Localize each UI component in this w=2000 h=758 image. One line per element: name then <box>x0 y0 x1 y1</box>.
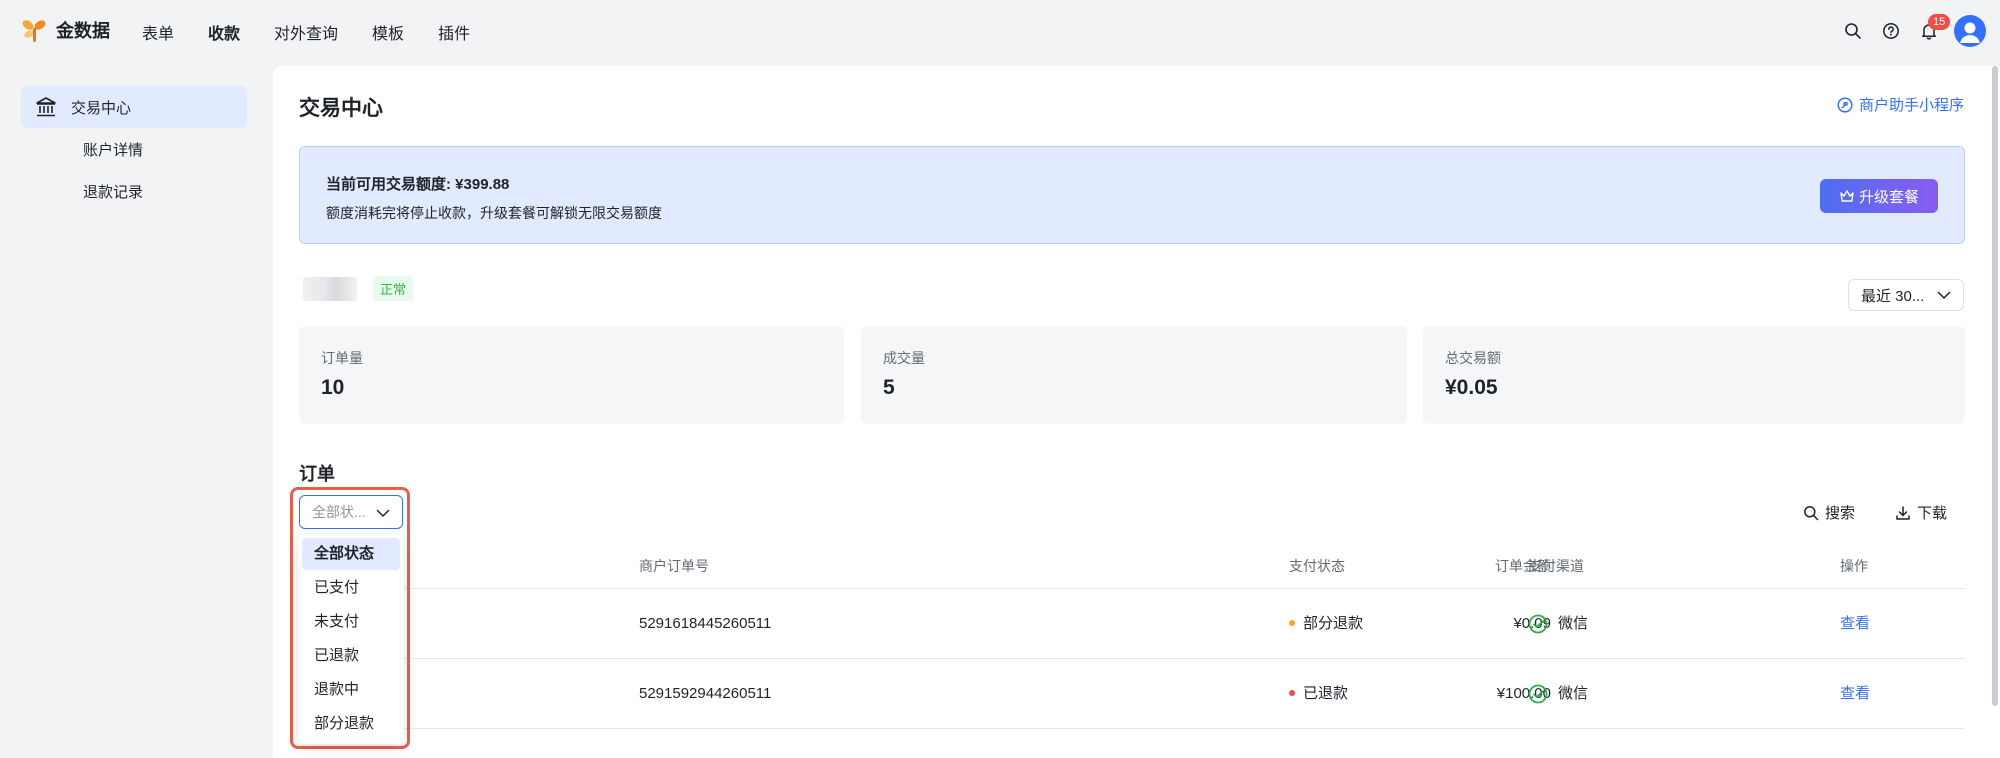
main-nav: 表单 收款 对外查询 模板 插件 <box>142 20 504 44</box>
app-name: 金数据 <box>56 21 110 41</box>
pay-status-cell: 已退款 <box>1289 659 1348 729</box>
search-button-label: 搜索 <box>1825 505 1856 522</box>
notification-badge: 15 <box>1928 14 1951 30</box>
view-link[interactable]: 查看 <box>1840 659 1870 729</box>
notification-bell-icon[interactable]: 15 <box>1910 14 1951 48</box>
bank-icon <box>35 96 57 118</box>
column-header-pay-status: 支付状态 <box>1289 558 1345 574</box>
nav-payments[interactable]: 收款 <box>208 20 240 44</box>
merchant-name-redacted <box>303 276 357 301</box>
stat-label: 总交易额 <box>1445 350 1501 366</box>
table-row: 49 5291618445260511 ¥0.09 部分退款 微信 查看 <box>299 589 1965 659</box>
status-dot <box>1289 690 1295 697</box>
stat-label: 成交量 <box>883 350 925 366</box>
stat-card-orders: 订单量 10 <box>299 326 844 424</box>
upgrade-plan-label: 升级套餐 <box>1858 188 1919 206</box>
dropdown-option-all[interactable]: 全部状态 <box>302 538 400 570</box>
avatar[interactable] <box>1954 15 1986 47</box>
crown-icon <box>1840 190 1854 202</box>
pay-channel-text: 微信 <box>1558 685 1589 702</box>
stat-card-deals: 成交量 5 <box>861 326 1407 424</box>
amount-cell: ¥0.09 <box>1513 615 1551 632</box>
date-range-select[interactable]: 最近 30... <box>1848 279 1964 311</box>
stat-value: ¥0.05 <box>1445 376 1498 399</box>
merchant-info: 正常 <box>303 276 414 301</box>
wechat-icon <box>1528 684 1548 704</box>
sidebar-item-refund-records[interactable]: 退款记录 <box>21 170 247 212</box>
sidebar: 交易中心 账户详情 退款记录 <box>0 62 272 758</box>
status-badge: 正常 <box>373 276 414 301</box>
status-dot <box>1289 620 1295 627</box>
column-header-amount: 订单金额 <box>1495 558 1551 574</box>
table-row: 01 5291592944260511 ¥100.00 已退款 微信 查看 <box>299 659 1965 729</box>
dropdown-option-refunded[interactable]: 已退款 <box>302 640 400 672</box>
main-panel: 交易中心 商户助手小程序 当前可用交易额度: ¥399.88 额度消耗完将停止收… <box>273 66 2000 758</box>
upgrade-plan-button[interactable]: 升级套餐 <box>1820 179 1938 213</box>
search-icon <box>1804 505 1819 520</box>
column-header-merchant-no: 商户订单号 <box>639 558 709 574</box>
view-link[interactable]: 查看 <box>1840 589 1870 659</box>
orders-title: 订单 <box>299 464 335 484</box>
app-logo[interactable]: 金数据 <box>20 16 110 44</box>
pay-status-text: 部分退款 <box>1303 615 1364 632</box>
top-bar: 金数据 表单 收款 对外查询 模板 插件 15 <box>0 0 2000 62</box>
column-header-actions: 操作 <box>1840 558 1868 574</box>
date-range-value: 最近 30... <box>1861 287 1925 305</box>
download-button-label: 下载 <box>1917 505 1948 522</box>
column-header-pay-channel: 支付渠道 <box>1528 558 1584 574</box>
help-icon[interactable] <box>1872 14 1910 48</box>
amount-cell: ¥100.00 <box>1496 685 1551 702</box>
pay-status-cell: 部分退款 <box>1289 589 1363 659</box>
dropdown-option-paid[interactable]: 已支付 <box>302 572 400 604</box>
sidebar-item-label: 交易中心 <box>71 99 132 117</box>
mini-program-icon <box>1837 96 1853 113</box>
nav-templates[interactable]: 模板 <box>372 20 404 44</box>
nav-public-query[interactable]: 对外查询 <box>274 20 338 44</box>
stat-value: 10 <box>321 376 345 399</box>
search-button[interactable]: 搜索 <box>1803 502 1855 523</box>
logo-icon <box>20 16 48 44</box>
stat-value: 5 <box>883 376 895 399</box>
search-icon[interactable] <box>1834 14 1872 48</box>
dropdown-option-refunding[interactable]: 退款中 <box>302 674 400 706</box>
sidebar-item-label: 退款记录 <box>83 183 144 201</box>
header-actions: 15 <box>1834 14 1986 48</box>
chevron-down-icon <box>1937 291 1951 300</box>
pay-status-text: 已退款 <box>1303 685 1349 702</box>
dropdown-option-unpaid[interactable]: 未支付 <box>302 606 400 638</box>
sidebar-item-account-details[interactable]: 账户详情 <box>21 128 247 170</box>
mini-program-label: 商户助手小程序 <box>1858 97 1964 114</box>
page-title: 交易中心 <box>299 97 383 120</box>
merchant-no-cell: 5291592944260511 <box>639 685 772 702</box>
pay-channel-cell: 微信 <box>1528 659 1588 729</box>
download-icon <box>1896 505 1910 520</box>
mini-program-link[interactable]: 商户助手小程序 <box>1837 94 1964 115</box>
stat-label: 订单量 <box>321 350 363 366</box>
pay-channel-cell: 微信 <box>1528 589 1588 659</box>
status-dropdown-menu: 全部状态 已支付 未支付 已退款 退款中 部分退款 <box>298 534 404 744</box>
wechat-icon <box>1528 614 1548 634</box>
quota-banner: 当前可用交易额度: ¥399.88 额度消耗完将停止收款，升级套餐可解锁无限交易… <box>299 146 1965 244</box>
quota-title: 当前可用交易额度: ¥399.88 <box>326 176 510 193</box>
nav-forms[interactable]: 表单 <box>142 20 174 44</box>
sidebar-item-label: 账户详情 <box>83 141 144 159</box>
quota-subtitle: 额度消耗完将停止收款，升级套餐可解锁无限交易额度 <box>326 205 662 221</box>
pay-channel-text: 微信 <box>1558 615 1589 632</box>
nav-plugins[interactable]: 插件 <box>438 20 470 44</box>
sidebar-item-trade-center[interactable]: 交易中心 <box>21 86 247 128</box>
stat-card-total-amount: 总交易额 ¥0.05 <box>1423 326 1965 424</box>
merchant-no-cell: 5291618445260511 <box>639 615 772 632</box>
scrollbar[interactable] <box>1992 66 1998 706</box>
dropdown-option-partial-refund[interactable]: 部分退款 <box>302 708 400 740</box>
download-button[interactable]: 下载 <box>1895 502 1947 523</box>
